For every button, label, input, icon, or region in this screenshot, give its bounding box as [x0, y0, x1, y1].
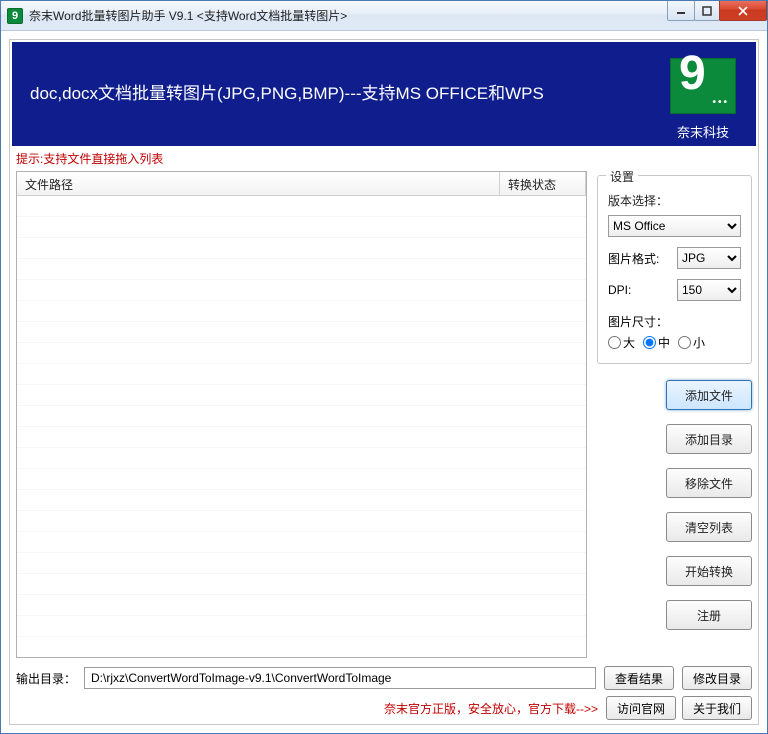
file-list[interactable]: 文件路径 转换状态 — [16, 171, 587, 658]
side-column: 设置 版本选择： MS Office 图片格式: JPG — [597, 171, 752, 658]
bottom-area: 输出目录： 查看结果 修改目录 奈末官方正版，安全放心，官方下载-->> 访问官… — [12, 658, 756, 722]
brand-logo-icon: 9 ••• — [670, 58, 736, 114]
minimize-button[interactable] — [667, 1, 695, 21]
about-button[interactable]: 关于我们 — [682, 696, 752, 720]
footer-row: 奈末官方正版，安全放心，官方下载-->> 访问官网 关于我们 — [16, 696, 752, 720]
add-file-button[interactable]: 添加文件 — [666, 380, 752, 410]
window-controls — [668, 1, 767, 21]
format-select[interactable]: JPG — [677, 247, 741, 269]
close-icon — [737, 6, 749, 16]
remove-file-button[interactable]: 移除文件 — [666, 468, 752, 498]
footer-text: 奈末官方正版，安全放心，官方下载-->> — [384, 700, 598, 717]
action-buttons: 添加文件 添加目录 移除文件 清空列表 开始转换 注册 — [597, 380, 752, 630]
file-list-header: 文件路径 转换状态 — [17, 172, 586, 196]
size-option-large[interactable]: 大 — [608, 334, 635, 351]
register-button[interactable]: 注册 — [666, 600, 752, 630]
maximize-icon — [702, 6, 712, 16]
start-convert-button[interactable]: 开始转换 — [666, 556, 752, 586]
format-label: 图片格式: — [608, 250, 659, 267]
size-label: 图片尺寸： — [608, 313, 741, 330]
change-dir-button[interactable]: 修改目录 — [682, 666, 752, 690]
settings-legend: 设置 — [606, 168, 638, 185]
output-row: 输出目录： 查看结果 修改目录 — [16, 666, 752, 690]
size-option-medium[interactable]: 中 — [643, 334, 670, 351]
dpi-select[interactable]: 150 — [677, 279, 741, 301]
header-banner: doc,docx文档批量转图片(JPG,PNG,BMP)---支持MS OFFI… — [12, 42, 756, 146]
main-panel: doc,docx文档批量转图片(JPG,PNG,BMP)---支持MS OFFI… — [9, 39, 759, 725]
app-icon: 9 — [7, 8, 23, 24]
size-option-small[interactable]: 小 — [678, 334, 705, 351]
version-label: 版本选择： — [608, 192, 668, 209]
window-title: 奈末Word批量转图片助手 V9.1 <支持Word文档批量转图片> — [29, 7, 347, 24]
col-header-status[interactable]: 转换状态 — [500, 172, 586, 195]
dpi-label: DPI: — [608, 283, 631, 297]
file-list-body[interactable] — [17, 196, 586, 657]
brand-caption: 奈末科技 — [670, 122, 736, 141]
col-header-path[interactable]: 文件路径 — [17, 172, 500, 195]
content: doc,docx文档批量转图片(JPG,PNG,BMP)---支持MS OFFI… — [1, 31, 767, 733]
output-label: 输出目录： — [16, 670, 76, 687]
close-button[interactable] — [719, 1, 767, 21]
size-options: 大 中 小 — [608, 334, 741, 351]
view-result-button[interactable]: 查看结果 — [604, 666, 674, 690]
version-select[interactable]: MS Office — [608, 215, 741, 237]
body-row: 文件路径 转换状态 设置 版本选择： MS Office — [12, 171, 756, 658]
drag-hint: 提示:支持文件直接拖入列表 — [12, 146, 756, 171]
settings-group: 设置 版本选择： MS Office 图片格式: JPG — [597, 175, 752, 364]
app-window: 9 奈末Word批量转图片助手 V9.1 <支持Word文档批量转图片> doc… — [0, 0, 768, 734]
clear-list-button[interactable]: 清空列表 — [666, 512, 752, 542]
titlebar: 9 奈末Word批量转图片助手 V9.1 <支持Word文档批量转图片> — [1, 1, 767, 31]
output-path-input[interactable] — [84, 667, 596, 689]
minimize-icon — [676, 6, 686, 16]
brand-block: 9 ••• 奈末科技 — [670, 58, 736, 141]
maximize-button[interactable] — [694, 1, 720, 21]
banner-headline: doc,docx文档批量转图片(JPG,PNG,BMP)---支持MS OFFI… — [30, 83, 544, 105]
add-dir-button[interactable]: 添加目录 — [666, 424, 752, 454]
visit-site-button[interactable]: 访问官网 — [606, 696, 676, 720]
